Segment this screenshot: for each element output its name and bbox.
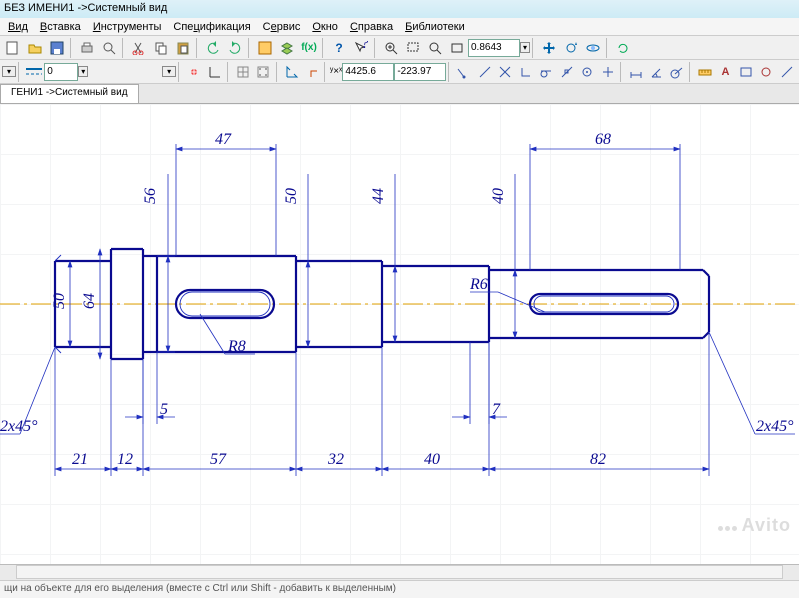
save-icon[interactable]: [46, 38, 68, 58]
paste-icon[interactable]: [172, 38, 194, 58]
dim-radial-icon[interactable]: [667, 62, 687, 82]
print-icon[interactable]: [76, 38, 98, 58]
layer-input[interactable]: [44, 63, 78, 81]
zoom-prev-icon[interactable]: [424, 38, 446, 58]
coords-icon[interactable]: [281, 62, 301, 82]
snap-cen-icon[interactable]: [577, 62, 597, 82]
document-tabs: ГЕНИ1 ->Системный вид: [0, 84, 799, 104]
snap-end-icon[interactable]: [454, 62, 474, 82]
snap-perp-icon[interactable]: [516, 62, 536, 82]
snap-tan-icon[interactable]: [536, 62, 556, 82]
dim-r8: R8: [227, 338, 246, 355]
zoom-in-icon[interactable]: [380, 38, 402, 58]
menu-vid[interactable]: Вид: [2, 20, 34, 34]
menu-vstavka[interactable]: Вставка: [34, 20, 87, 34]
snap-near-icon[interactable]: [556, 62, 576, 82]
coord-label-icon: ʸ×ˣ: [330, 66, 342, 77]
zoom-window-icon[interactable]: [402, 38, 424, 58]
dim-68: 68: [595, 131, 611, 148]
zoom-fit-icon[interactable]: [446, 38, 468, 58]
dim-linear-icon[interactable]: [626, 62, 646, 82]
status-bar: щи на объекте для его выделения (вместе …: [0, 580, 799, 598]
layer-dropdown-icon[interactable]: ▾: [78, 66, 88, 77]
coord-x-input[interactable]: [342, 63, 394, 81]
cad-drawing: 47 68 56 50 44 40 50 64 R8: [0, 104, 799, 564]
tool-b-icon[interactable]: [736, 62, 756, 82]
layers-icon[interactable]: [276, 38, 298, 58]
redo-icon[interactable]: [224, 38, 246, 58]
dim-40h: 40: [424, 451, 440, 468]
copy-icon[interactable]: [150, 38, 172, 58]
menubar: Вид Вставка Инструменты Спецификация Сер…: [0, 18, 799, 36]
new-icon[interactable]: [2, 38, 24, 58]
dim-5: 5: [160, 401, 168, 418]
grid2-icon[interactable]: [253, 62, 273, 82]
dim-7: 7: [492, 401, 501, 418]
style-dropdown-icon[interactable]: ▾: [2, 66, 16, 77]
pan-icon[interactable]: [538, 38, 560, 58]
style-dropdown2-icon[interactable]: ▾: [162, 66, 176, 77]
dim-44: 44: [370, 188, 387, 204]
rotate-icon[interactable]: [560, 38, 582, 58]
help-icon[interactable]: ?: [328, 38, 350, 58]
watermark: Avito: [717, 515, 791, 536]
svg-text:?: ?: [361, 41, 368, 52]
menu-okno[interactable]: Окно: [306, 20, 344, 34]
dim-82: 82: [590, 451, 606, 468]
linetype-icon[interactable]: [24, 62, 44, 82]
refresh-icon[interactable]: [612, 38, 634, 58]
dim-chamfer-left: 2x45°: [0, 418, 38, 435]
snap-mid-icon[interactable]: [475, 62, 495, 82]
menu-biblioteki[interactable]: Библиотеки: [399, 20, 471, 34]
dim-57: 57: [210, 451, 227, 468]
dim-21: 21: [72, 451, 88, 468]
dim-chamfer-right: 2x45°: [756, 418, 794, 435]
dim-56: 56: [142, 188, 159, 204]
toolbar-standard: f(x) ? ? ▾: [0, 36, 799, 60]
dim-64: 64: [81, 293, 98, 309]
dim-50b: 50: [283, 188, 300, 204]
snap-int-icon[interactable]: [495, 62, 515, 82]
scrollbar-horizontal[interactable]: [0, 564, 799, 580]
variables-icon[interactable]: f(x): [298, 38, 320, 58]
snap-icon[interactable]: [184, 62, 204, 82]
dim-12: 12: [117, 451, 133, 468]
dim-47: 47: [215, 131, 232, 148]
drawing-canvas[interactable]: 47 68 56 50 44 40 50 64 R8: [0, 104, 799, 564]
whatsthis-icon[interactable]: ?: [350, 38, 372, 58]
snap-node-icon[interactable]: [597, 62, 617, 82]
dim-50a: 50: [51, 293, 68, 309]
tab-view[interactable]: ГЕНИ1 ->Системный вид: [0, 84, 139, 103]
zoom-dropdown-icon[interactable]: ▾: [520, 42, 530, 53]
dim-40v: 40: [490, 188, 507, 204]
properties-icon[interactable]: [254, 38, 276, 58]
menu-spravka[interactable]: Справка: [344, 20, 399, 34]
zoom-input[interactable]: [468, 39, 520, 57]
dim-32: 32: [327, 451, 344, 468]
ortho-icon[interactable]: [204, 62, 224, 82]
menu-instrumenty[interactable]: Инструменты: [87, 20, 168, 34]
orbit-icon[interactable]: [582, 38, 604, 58]
measure-icon[interactable]: [695, 62, 715, 82]
dim-r6: R6: [469, 276, 488, 293]
grid-icon[interactable]: [233, 62, 253, 82]
preview-icon[interactable]: [98, 38, 120, 58]
window-title: БЕЗ ИМЕНИ1 ->Системный вид: [0, 0, 799, 18]
cut-icon[interactable]: [128, 38, 150, 58]
tool-a-icon[interactable]: A: [715, 62, 735, 82]
coord-y-input[interactable]: [394, 63, 446, 81]
tool-c-icon[interactable]: [756, 62, 776, 82]
undo-icon[interactable]: [202, 38, 224, 58]
menu-servis[interactable]: Сервис: [257, 20, 307, 34]
ucs-icon[interactable]: [302, 62, 322, 82]
tool-d-icon[interactable]: [777, 62, 797, 82]
toolbar-attributes: ▾ ▾ ▾ ʸ×ˣ A: [0, 60, 799, 84]
open-icon[interactable]: [24, 38, 46, 58]
menu-spec[interactable]: Спецификация: [167, 20, 256, 34]
dim-angular-icon[interactable]: [646, 62, 666, 82]
